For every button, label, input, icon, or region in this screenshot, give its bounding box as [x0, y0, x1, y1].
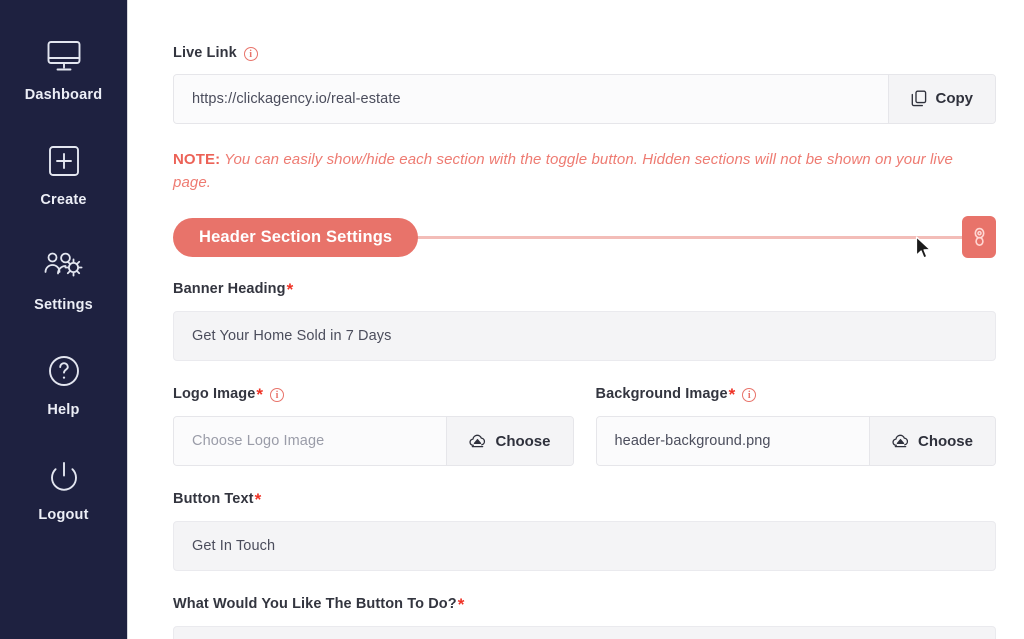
- plus-square-icon: [41, 139, 87, 183]
- button-action-input[interactable]: [173, 626, 996, 639]
- live-link-input[interactable]: https://clickagency.io/real-estate: [174, 74, 888, 123]
- note-body: You can easily show/hide each section wi…: [173, 150, 953, 192]
- sidebar-item-logout[interactable]: Logout: [0, 454, 128, 523]
- background-image-input-row: header-background.png Choose: [595, 416, 996, 467]
- toggle-visibility-icon[interactable]: [962, 216, 996, 259]
- info-circle-icon[interactable]: i: [270, 388, 285, 403]
- sidebar-item-help[interactable]: Help: [0, 349, 128, 418]
- upload-icon: [892, 433, 909, 449]
- sidebar-item-create[interactable]: Create: [0, 139, 128, 208]
- button-text-input[interactable]: Get In Touch: [173, 521, 996, 572]
- required-asterisk: *: [256, 385, 264, 405]
- main-content: Live Link i https://clickagency.io/real-…: [128, 0, 1024, 639]
- choose-button-label: Choose: [917, 432, 973, 450]
- choose-button-label: Choose: [495, 432, 551, 450]
- live-link-label: Live Link: [173, 45, 237, 61]
- logo-image-input-row: Choose Logo Image Choose: [173, 416, 574, 467]
- button-text-label: Button Text: [173, 491, 254, 508]
- power-icon: [41, 454, 87, 498]
- sidebar-item-dashboard[interactable]: Dashboard: [0, 34, 128, 103]
- users-gear-icon: [41, 244, 87, 288]
- header-section-title[interactable]: Header Section Settings: [173, 217, 419, 257]
- logo-image-input[interactable]: Choose Logo Image: [174, 417, 447, 466]
- required-asterisk: *: [254, 490, 262, 510]
- sidebar-item-settings[interactable]: Settings: [0, 244, 128, 313]
- background-image-input[interactable]: header-background.png: [596, 417, 869, 466]
- logo-choose-button[interactable]: Choose: [446, 417, 573, 466]
- live-link-field-group: Live Link i https://clickagency.io/real-…: [173, 45, 996, 124]
- sidebar-item-label: Help: [47, 402, 80, 418]
- info-circle-icon[interactable]: i: [742, 388, 757, 403]
- image-fields-row: Logo Image * i Choose Logo Image Choose …: [173, 385, 997, 467]
- button-action-label-row: What Would You Like The Button To Do? *: [173, 595, 996, 615]
- button-text-field-group: Button Text * Get In Touch: [173, 490, 996, 572]
- header-section-bar: Header Section Settings: [173, 216, 996, 259]
- banner-heading-label-row: Banner Heading *: [173, 280, 996, 300]
- upload-icon: [469, 433, 486, 449]
- logo-image-label: Logo Image: [173, 386, 256, 403]
- copy-button[interactable]: Copy: [887, 74, 995, 123]
- sidebar: Dashboard Create Settings Help Logout: [0, 0, 128, 639]
- background-image-label-row: Background Image * i: [595, 385, 997, 405]
- question-circle-icon: [41, 349, 87, 393]
- app-root: Dashboard Create Settings Help Logout Li…: [0, 0, 1024, 639]
- background-choose-button[interactable]: Choose: [868, 417, 995, 466]
- section-divider-line: [412, 235, 964, 239]
- monitor-icon: [41, 34, 87, 78]
- sidebar-item-label: Create: [40, 192, 87, 208]
- live-link-input-row: https://clickagency.io/real-estate Copy: [173, 73, 996, 124]
- copy-button-label: Copy: [935, 90, 974, 108]
- logo-image-field-group: Logo Image * i Choose Logo Image Choose: [173, 385, 574, 467]
- note-text: NOTE: You can easily show/hide each sect…: [173, 148, 973, 195]
- sidebar-item-label: Logout: [38, 507, 89, 523]
- sidebar-item-label: Dashboard: [24, 87, 103, 103]
- banner-heading-label: Banner Heading: [173, 281, 286, 298]
- sidebar-item-label: Settings: [34, 297, 93, 313]
- logo-image-label-row: Logo Image * i: [173, 385, 574, 405]
- copy-icon: [911, 90, 927, 107]
- live-link-label-row: Live Link i: [173, 45, 996, 62]
- button-action-field-group: What Would You Like The Button To Do? *: [173, 595, 996, 639]
- info-circle-icon[interactable]: i: [243, 47, 258, 61]
- banner-heading-field-group: Banner Heading * Get Your Home Sold in 7…: [173, 280, 996, 362]
- note-prefix: NOTE:: [173, 150, 221, 168]
- required-asterisk: *: [286, 280, 294, 300]
- background-image-field-group: Background Image * i header-background.p…: [595, 385, 997, 467]
- banner-heading-input[interactable]: Get Your Home Sold in 7 Days: [173, 311, 996, 362]
- required-asterisk: *: [457, 595, 465, 615]
- background-image-label: Background Image: [595, 386, 728, 403]
- button-action-label: What Would You Like The Button To Do?: [173, 596, 457, 613]
- button-text-label-row: Button Text *: [173, 490, 996, 510]
- required-asterisk: *: [728, 385, 736, 405]
